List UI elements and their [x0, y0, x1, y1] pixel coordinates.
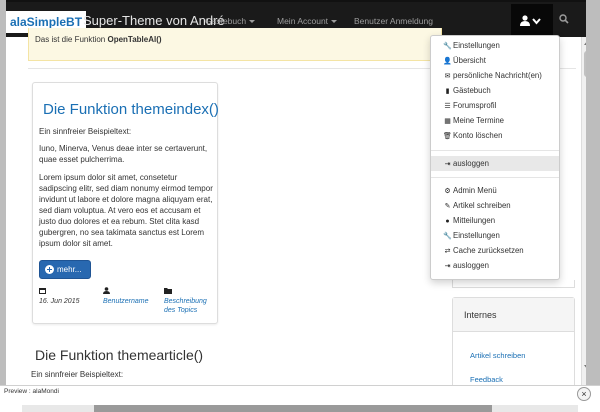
menu-item-label: persönliche Nachricht(en) [453, 71, 542, 80]
scrollbar-thumb[interactable] [584, 51, 586, 77]
menu-item-label: Mitteilungen [453, 216, 496, 225]
more-button-label: mehr... [57, 265, 82, 274]
logout-icon: ⇥ [444, 161, 451, 168]
panel-link-write-article[interactable]: Artikel schreiben [470, 351, 525, 360]
scroll-down-arrow-icon[interactable] [584, 365, 586, 369]
meta-topic-link[interactable]: Beschreibung des Topics [164, 297, 216, 315]
wrench-icon: 🔧 [443, 43, 452, 50]
meta-author-link[interactable]: Benutzername [103, 297, 163, 306]
menu-item-label: Gästebuch [453, 86, 491, 95]
menu-item-label: Admin Menü [453, 186, 497, 195]
menu-item-label: ausloggen [453, 159, 489, 168]
close-preview-button[interactable]: × [577, 387, 591, 401]
caret-down-icon [331, 20, 338, 24]
info-alert: Das ist die Funktion OpenTableAl() [28, 28, 442, 61]
more-button[interactable]: mehr... [39, 260, 91, 279]
nav-item-my-account[interactable]: Mein Account [277, 15, 338, 27]
meta-author: Benutzername [103, 287, 163, 306]
wrench-icon: 🔧 [443, 233, 452, 240]
vertical-scrollbar[interactable] [581, 37, 586, 385]
transfer-icon: ⇄ [444, 248, 451, 255]
menu-item-label: ausloggen [453, 261, 489, 270]
menu-item-appointments[interactable]: ▦ Meine Termine [431, 113, 559, 128]
preview-statusbar: Preview : alaMondi × [0, 385, 600, 412]
panel-link-feedback[interactable]: Feedback [470, 375, 503, 384]
menu-item-logout-admin[interactable]: ⇥ ausloggen [431, 258, 559, 273]
menu-item-notifications[interactable]: ● Mitteilungen [431, 213, 559, 228]
nav-item-login[interactable]: Benutzer Anmeldung [354, 15, 433, 27]
trash-icon: 🗑 [443, 133, 452, 140]
menu-item-label: Einstellungen [453, 231, 500, 240]
nav-item-guestbook[interactable]: Gästebuch [205, 15, 256, 27]
alert-text: Das ist die Funktion OpenTableAl() [35, 35, 162, 44]
calendar-icon: ▦ [444, 118, 451, 125]
list-alt-icon: ☰ [444, 103, 451, 110]
menu-item-overview[interactable]: 👤Übersicht [431, 53, 559, 68]
menu-item-forum-profile[interactable]: ☰ Forumsprofil [431, 98, 559, 113]
menu-item-label: Artikel schreiben [453, 201, 511, 210]
nav-item-label: Gästebuch [205, 16, 247, 26]
folder-open-icon [164, 288, 172, 294]
user-icon [520, 15, 541, 26]
menu-item-admin-menu[interactable]: ⚙ Admin Menü [431, 183, 559, 198]
article-card: Die Funktion themeindex() Ein sinnfreier… [32, 82, 219, 324]
menu-item-label: Konto löschen [453, 131, 503, 140]
edit-icon: ✎ [444, 203, 451, 210]
section-title: Die Funktion themearticle() [35, 347, 204, 363]
search-icon[interactable] [559, 14, 569, 24]
user-dropdown-menu: 🔧Einstellungen 👤Übersicht ✉ persönliche N… [430, 35, 560, 280]
horizontal-scrollbar[interactable] [22, 405, 578, 412]
menu-item-label: Forumsprofil [453, 101, 497, 110]
card-intro: Ein sinnfreier Beispieltext: [39, 127, 132, 136]
cog-icon: ⚙ [444, 188, 451, 195]
panel-title: Internes [464, 310, 497, 320]
plus-circle-icon [45, 265, 54, 274]
nav-item-label: Mein Account [277, 16, 329, 26]
menu-item-reset-cache[interactable]: ⇄ Cache zurücksetzen [431, 243, 559, 258]
calendar-icon [39, 288, 46, 294]
menu-item-label: Einstellungen [453, 41, 500, 50]
menu-item-label: Meine Termine [453, 116, 504, 125]
panel-heading: Internes [453, 298, 574, 332]
nav-item-label: Benutzer Anmeldung [354, 16, 433, 26]
meta-date-label: 16. Jun 2015 [39, 298, 80, 305]
horizontal-scrollbar-thumb[interactable] [94, 405, 492, 412]
menu-item-label: Cache zurücksetzen [453, 246, 524, 255]
info-icon: ● [445, 218, 450, 225]
logout-icon: ⇥ [444, 263, 451, 270]
card-paragraph: Iuno, Minerva, Venus deae inter se certa… [39, 144, 208, 164]
browser-viewport: alaSimpleBT Super-Theme von André Gästeb… [6, 0, 586, 385]
book-icon: ▮ [445, 88, 450, 95]
card-paragraph: Lorem ipsum dolor sit amet, consetetur s… [39, 173, 213, 248]
sidebar-panel-bottom [452, 280, 575, 288]
menu-divider [431, 150, 559, 151]
envelope-icon: ✉ [444, 73, 451, 80]
user-icon: 👤 [443, 58, 452, 65]
user-icon [103, 287, 110, 294]
alert-prefix: Das ist die Funktion [35, 35, 108, 44]
section-subtitle: Ein sinnfreier Beispieltext: [31, 370, 124, 379]
meta-date: 16. Jun 2015 [39, 287, 89, 306]
alert-function-name: OpenTableAl() [107, 35, 162, 44]
menu-item-logout[interactable]: ⇥ ausloggen [431, 156, 559, 171]
card-title[interactable]: Die Funktion themeindex() [43, 101, 219, 118]
menu-item-label: Übersicht [453, 56, 486, 65]
meta-topic: Beschreibung des Topics [164, 287, 216, 315]
menu-item-write-article[interactable]: ✎ Artikel schreiben [431, 198, 559, 213]
menu-item-messages[interactable]: ✉ persönliche Nachricht(en) [431, 68, 559, 83]
menu-item-settings-admin[interactable]: 🔧Einstellungen [431, 228, 559, 243]
preview-label: Preview : alaMondi [4, 388, 59, 395]
menu-item-guestbook[interactable]: ▮ Gästebuch [431, 83, 559, 98]
scroll-up-arrow-icon[interactable] [584, 41, 586, 45]
menu-item-settings[interactable]: 🔧Einstellungen [431, 38, 559, 53]
caret-down-icon [249, 20, 256, 24]
menu-divider [431, 177, 559, 178]
menu-item-delete-account[interactable]: 🗑Konto löschen [431, 128, 559, 143]
user-menu-toggle[interactable] [511, 4, 553, 39]
internes-panel: Internes Artikel schreiben Feedback [452, 297, 575, 385]
